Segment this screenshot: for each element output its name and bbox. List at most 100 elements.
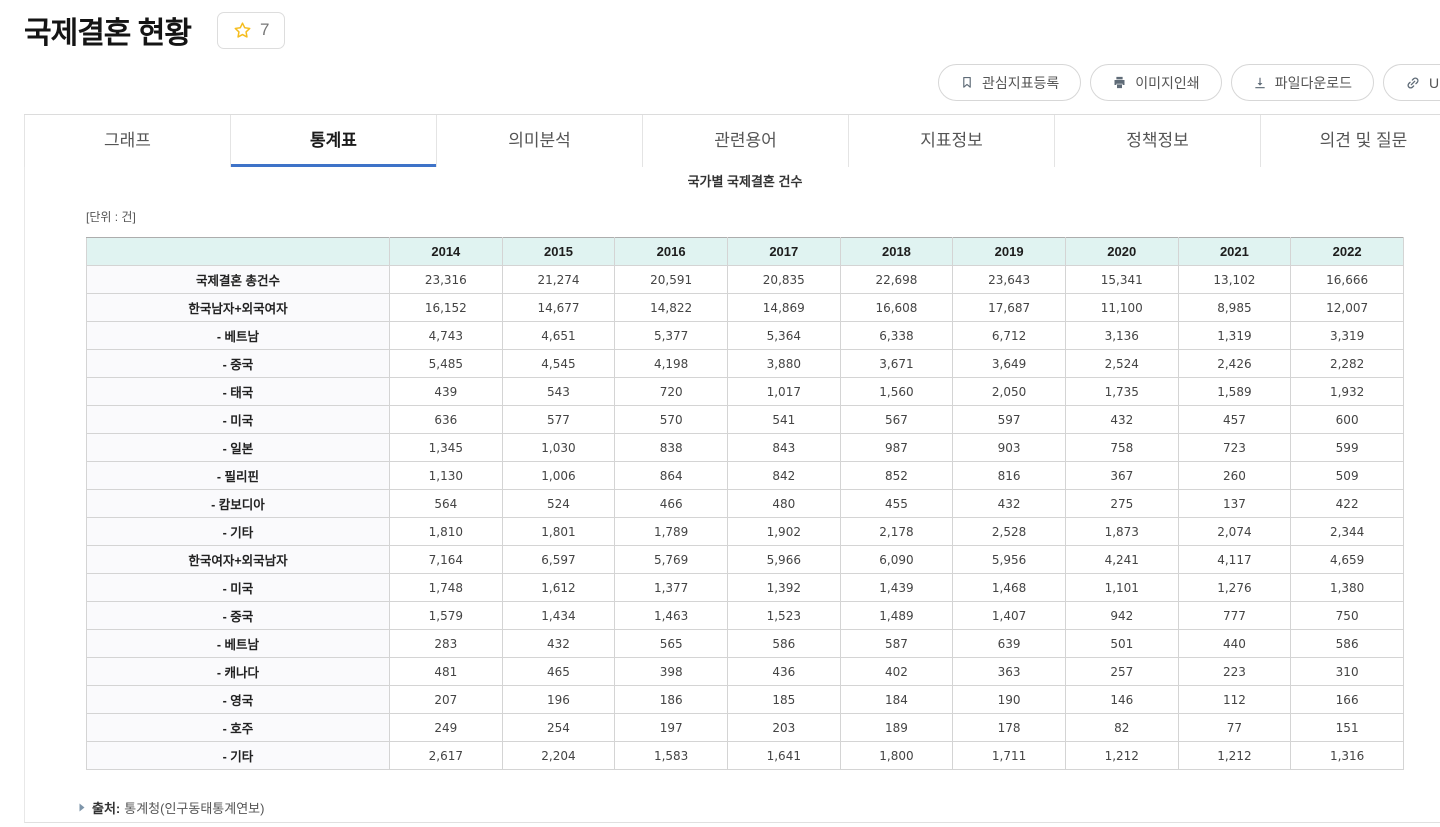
table-row: 한국남자+외국여자16,15214,67714,82214,86916,6081… — [87, 294, 1404, 322]
favorite-button[interactable]: 7 — [217, 12, 285, 49]
table-cell: 1,579 — [390, 602, 503, 630]
table-cell: 5,966 — [727, 546, 840, 574]
table-cell: 20,591 — [615, 266, 728, 294]
table-cell: 567 — [840, 406, 953, 434]
table-cell: 816 — [953, 462, 1066, 490]
table-cell: 1,612 — [502, 574, 615, 602]
table-cell: 599 — [1291, 434, 1404, 462]
table-cell: 1,407 — [953, 602, 1066, 630]
table-row: - 미국1,7481,6121,3771,3921,4391,4681,1011… — [87, 574, 1404, 602]
star-icon — [233, 21, 252, 40]
table-cell: 586 — [1291, 630, 1404, 658]
table-cell: 82 — [1065, 714, 1178, 742]
table-row: - 호주2492541972031891788277151 — [87, 714, 1404, 742]
table-cell: 1,523 — [727, 602, 840, 630]
table-cell: 6,712 — [953, 322, 1066, 350]
table-cell: 260 — [1178, 462, 1291, 490]
table-cell: 1,468 — [953, 574, 1066, 602]
table-cell: 723 — [1178, 434, 1291, 462]
table-cell: 639 — [953, 630, 1066, 658]
table-row: - 기타2,6172,2041,5831,6411,8001,7111,2121… — [87, 742, 1404, 770]
tab-meaning-analysis[interactable]: 의미분석 — [436, 115, 642, 167]
table-cell: 457 — [1178, 406, 1291, 434]
tab-indicator-info[interactable]: 지표정보 — [848, 115, 1054, 167]
table-cell: 1,316 — [1291, 742, 1404, 770]
table-cell: 249 — [390, 714, 503, 742]
table-cell: 1,276 — [1178, 574, 1291, 602]
table-cell: 3,649 — [953, 350, 1066, 378]
action-label: 관심지표등록 — [982, 73, 1059, 93]
table-cell: 501 — [1065, 630, 1178, 658]
table-cell: 8,985 — [1178, 294, 1291, 322]
table-cell: 6,338 — [840, 322, 953, 350]
table-cell: 14,677 — [502, 294, 615, 322]
table-cell: 4,651 — [502, 322, 615, 350]
table-cell: 1,212 — [1178, 742, 1291, 770]
tab-opinions-questions[interactable]: 의견 및 질문 — [1260, 115, 1440, 167]
register-interest-button[interactable]: 관심지표등록 — [938, 64, 1081, 101]
table-cell: 16,608 — [840, 294, 953, 322]
table-row: 한국여자+외국남자7,1646,5975,7695,9666,0905,9564… — [87, 546, 1404, 574]
table-cell: 22,698 — [840, 266, 953, 294]
table-cell: 178 — [953, 714, 1066, 742]
table-cell: 4,117 — [1178, 546, 1291, 574]
tab-related-terms[interactable]: 관련용어 — [642, 115, 848, 167]
table-cell: 1,439 — [840, 574, 953, 602]
table-cell: 852 — [840, 462, 953, 490]
table-cell: 257 — [1065, 658, 1178, 686]
page-header: 국제결혼 현황 7 — [24, 8, 285, 52]
table-cell: 4,545 — [502, 350, 615, 378]
table-cell: 77 — [1178, 714, 1291, 742]
bookmark-icon — [960, 75, 974, 90]
table-row: - 중국1,5791,4341,4631,5231,4891,407942777… — [87, 602, 1404, 630]
table-cell: 2,282 — [1291, 350, 1404, 378]
table-cell: 2,617 — [390, 742, 503, 770]
tab-policy-info[interactable]: 정책정보 — [1054, 115, 1260, 167]
table-cell: 6,597 — [502, 546, 615, 574]
table-cell: 4,659 — [1291, 546, 1404, 574]
table-cell: 1,006 — [502, 462, 615, 490]
table-cell: 466 — [615, 490, 728, 518]
table-cell: 2,204 — [502, 742, 615, 770]
table-row: - 캄보디아564524466480455432275137422 — [87, 490, 1404, 518]
table-cell: 1,030 — [502, 434, 615, 462]
source-line: 출처: 통계청(인구동태통계연보) — [79, 798, 264, 817]
header-row: 201420152016201720182019202020212022 — [87, 238, 1404, 266]
year-column-header: 2019 — [953, 238, 1066, 266]
tab-statistics-table[interactable]: 통계표 — [230, 115, 436, 167]
tab-graph[interactable]: 그래프 — [24, 115, 230, 167]
year-column-header: 2015 — [502, 238, 615, 266]
table-cell: 151 — [1291, 714, 1404, 742]
table-cell: 843 — [727, 434, 840, 462]
table-cell: 23,643 — [953, 266, 1066, 294]
table-cell: 223 — [1178, 658, 1291, 686]
table-cell: 720 — [615, 378, 728, 406]
print-image-button[interactable]: 이미지인쇄 — [1090, 64, 1221, 101]
table-cell: 942 — [1065, 602, 1178, 630]
copy-url-button[interactable]: URL복사 — [1383, 64, 1440, 101]
row-label: - 기타 — [87, 518, 390, 546]
table-cell: 1,735 — [1065, 378, 1178, 406]
table-cell: 184 — [840, 686, 953, 714]
table-cell: 1,641 — [727, 742, 840, 770]
table-cell: 2,344 — [1291, 518, 1404, 546]
file-download-button[interactable]: 파일다운로드 — [1231, 64, 1374, 101]
table-cell: 2,426 — [1178, 350, 1291, 378]
table-unit: [단위 : 건] — [86, 208, 136, 225]
table-cell: 842 — [727, 462, 840, 490]
table-cell: 3,319 — [1291, 322, 1404, 350]
table-cell: 402 — [840, 658, 953, 686]
table-cell: 363 — [953, 658, 1066, 686]
table-cell: 207 — [390, 686, 503, 714]
table-cell: 480 — [727, 490, 840, 518]
table-cell: 137 — [1178, 490, 1291, 518]
table-cell: 1,130 — [390, 462, 503, 490]
table-cell: 1,932 — [1291, 378, 1404, 406]
year-column-header: 2020 — [1065, 238, 1178, 266]
table-cell: 1,873 — [1065, 518, 1178, 546]
year-column-header: 2022 — [1291, 238, 1404, 266]
table-body: 국제결혼 총건수23,31621,27420,59120,83522,69823… — [87, 266, 1404, 770]
table-cell: 196 — [502, 686, 615, 714]
source-label: 출처: — [92, 798, 120, 817]
row-label: - 베트남 — [87, 322, 390, 350]
